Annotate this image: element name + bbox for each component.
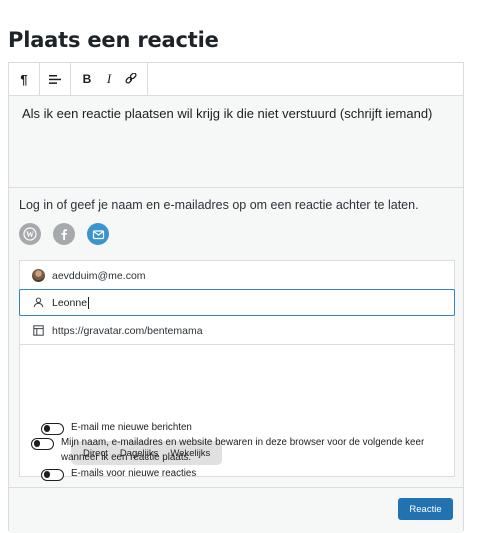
notify-posts-toggle[interactable]	[41, 423, 64, 435]
italic-button[interactable]: I	[98, 67, 120, 91]
avatar	[31, 269, 45, 282]
paragraph-button[interactable]: ¶	[13, 67, 35, 91]
link-icon	[125, 73, 137, 84]
website-icon	[32, 325, 44, 336]
email-icon	[92, 229, 104, 239]
comment-editor[interactable]: Als ik een reactie plaatsen wil krijg ik…	[9, 96, 463, 188]
save-details-label: Mijn naam, e-mailadres en website beware…	[61, 437, 425, 463]
submit-button[interactable]: Reactie	[398, 498, 453, 520]
link-button[interactable]	[120, 67, 142, 91]
toolbar-format-group: B I	[71, 63, 148, 95]
italic-label: I	[106, 71, 112, 86]
page-title: Plaats een reactie	[8, 28, 219, 52]
email-field[interactable]: aevdduim@me.com	[20, 262, 454, 290]
facebook-login-button[interactable]	[53, 223, 75, 245]
save-details-toggle[interactable]	[31, 438, 54, 450]
user-icon	[33, 297, 43, 308]
toolbar-block-group: ¶	[9, 63, 40, 95]
user-icon-container	[31, 296, 45, 310]
website-field[interactable]: https://gravatar.com/bentemama	[20, 317, 454, 345]
align-left-icon	[49, 74, 61, 84]
paragraph-icon: ¶	[20, 71, 28, 87]
text-cursor	[88, 296, 90, 309]
svg-text:W: W	[26, 230, 34, 239]
align-button[interactable]	[44, 67, 66, 91]
website-icon-container	[31, 324, 45, 338]
bold-label: B	[82, 72, 92, 86]
notify-comments-toggle[interactable]	[41, 469, 64, 481]
wordpress-login-button[interactable]: W	[19, 223, 41, 245]
email-login-button[interactable]	[87, 223, 109, 245]
editor-toolbar: ¶ B I	[9, 63, 463, 96]
email-value[interactable]: aevdduim@me.com	[52, 270, 146, 282]
name-field[interactable]: Leonne	[19, 289, 455, 316]
wordpress-icon: W	[23, 227, 37, 241]
form-footer: Reactie	[9, 487, 463, 533]
toolbar-align-group	[40, 63, 71, 95]
bold-button[interactable]: B	[76, 67, 98, 91]
avatar-container	[31, 269, 45, 283]
login-prompt: Log in of geef je naam en e-mailadres op…	[19, 198, 419, 212]
notify-comments-label: E-mails voor nieuwe reacties	[71, 468, 197, 479]
website-value[interactable]: https://gravatar.com/bentemama	[52, 325, 203, 337]
comment-text[interactable]: Als ik een reactie plaatsen wil krijg ik…	[22, 106, 432, 121]
name-value[interactable]: Leonne	[52, 297, 87, 309]
notify-posts-label: E-mail me nieuwe berichten	[71, 422, 192, 433]
facebook-icon	[61, 229, 67, 240]
